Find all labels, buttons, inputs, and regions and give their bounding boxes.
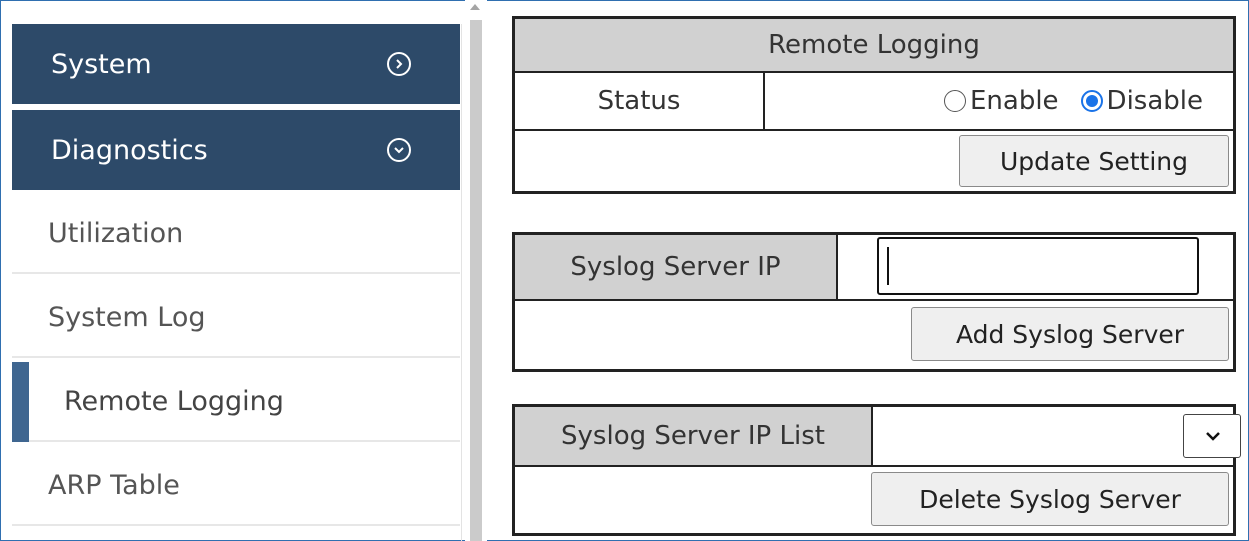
add-server-row: Add Syslog Server [514, 300, 1234, 370]
chevron-down-icon [1206, 432, 1220, 441]
update-row: Update Setting [514, 130, 1234, 192]
active-indicator [12, 362, 29, 442]
disable-radio[interactable] [1080, 90, 1103, 112]
scroll-up-arrow-icon[interactable] [470, 4, 480, 10]
sidebar-item-remote-logging[interactable]: Remote Logging [12, 362, 460, 442]
nav-header-diagnostics[interactable]: Diagnostics [12, 110, 460, 190]
sidebar-item-system-log[interactable]: System Log [12, 278, 460, 358]
sidebar-scrollbar[interactable] [465, 0, 487, 541]
sidebar: System Diagnostics Utilization System Lo… [12, 24, 462, 541]
scroll-thumb[interactable] [470, 20, 482, 541]
sidebar-item-label: Remote Logging [64, 385, 284, 417]
syslog-server-ip-list-label: Syslog Server IP List [514, 406, 872, 466]
syslog-server-list-table: Syslog Server IP List Delete Syslog Serv… [512, 404, 1241, 536]
text-caret [887, 247, 889, 285]
syslog-server-list-select[interactable] [1183, 414, 1241, 458]
disable-label: Disable [1106, 86, 1203, 116]
status-options: Enable Disable [764, 72, 1234, 130]
sidebar-item-label: Utilization [48, 217, 184, 249]
delete-syslog-server-button[interactable]: Delete Syslog Server [871, 472, 1229, 526]
status-label: Status [514, 72, 764, 130]
sidebar-item-label: System Log [48, 301, 206, 333]
delete-server-row: Delete Syslog Server [514, 466, 1234, 534]
update-setting-button[interactable]: Update Setting [959, 135, 1229, 187]
nav-header-label: System [51, 48, 152, 80]
nav-header-label: Diagnostics [51, 134, 208, 166]
syslog-server-list-cell [872, 406, 1234, 466]
chevron-right-circle-icon [387, 52, 411, 76]
syslog-server-table: Syslog Server IP Add Syslog Server [512, 232, 1236, 372]
remote-logging-table: Remote Logging Status Enable Disable Upd… [512, 16, 1236, 194]
sidebar-item-arp-table[interactable]: ARP Table [12, 446, 460, 526]
syslog-server-ip-input[interactable] [877, 237, 1199, 295]
chevron-down-circle-icon [387, 138, 411, 162]
syslog-server-ip-label: Syslog Server IP [514, 234, 837, 300]
sidebar-item-label: ARP Table [48, 469, 180, 501]
enable-radio[interactable] [943, 90, 966, 112]
add-syslog-server-button[interactable]: Add Syslog Server [911, 307, 1229, 361]
enable-label: Enable [969, 86, 1059, 116]
remote-logging-title: Remote Logging [514, 18, 1234, 72]
sidebar-item-utilization[interactable]: Utilization [12, 194, 460, 274]
nav-header-system[interactable]: System [12, 24, 460, 104]
